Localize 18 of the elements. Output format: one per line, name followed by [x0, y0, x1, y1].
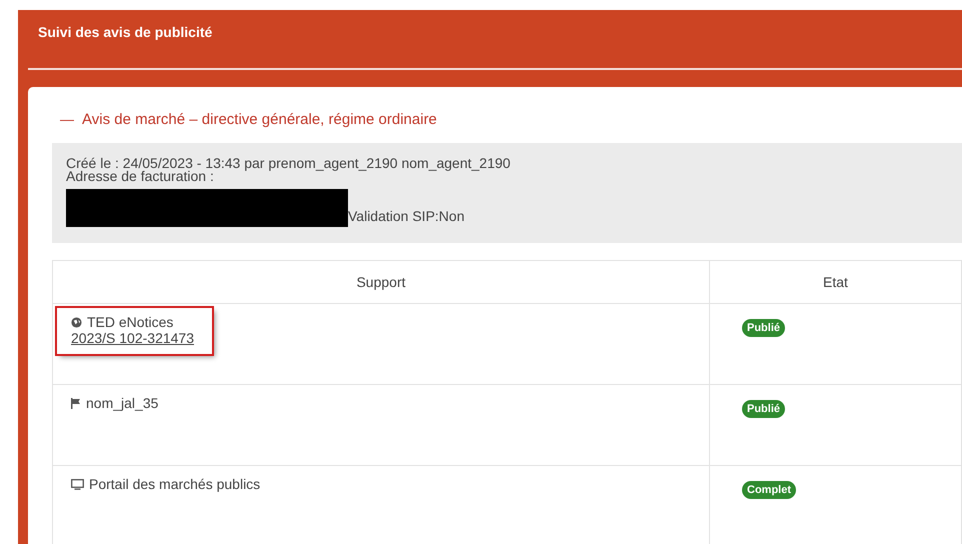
created-info: Créé le : 24/05/2023 - 13:43 par prenom_agent_2190 nom_agent_2190 [66, 157, 512, 170]
status-badge: Publié [742, 319, 786, 337]
support-name: nom_jal_35 [86, 395, 158, 411]
panel-title: Suivi des avis de publicité [37, 23, 214, 42]
monitor-icon [71, 478, 84, 490]
section-title[interactable]: Avis de marché – directive générale, régime ordinaire [82, 110, 437, 128]
reference-link[interactable]: 2023/S 102-321473 [71, 330, 194, 346]
support-name: TED eNotices [87, 314, 174, 330]
collapse-toggle[interactable]: — [60, 111, 74, 127]
support-name: Portail des marchés publics [89, 476, 260, 492]
validation-info: Validation SIP:Non [348, 210, 464, 223]
column-header: Etat [710, 260, 962, 304]
globe-icon [71, 316, 82, 328]
status-badge: Complet [742, 481, 796, 499]
column-header: Support [52, 260, 710, 304]
flag-icon [71, 398, 81, 408]
billing-label: Adresse de facturation : [66, 170, 214, 183]
status-badge: Publié [742, 400, 786, 418]
